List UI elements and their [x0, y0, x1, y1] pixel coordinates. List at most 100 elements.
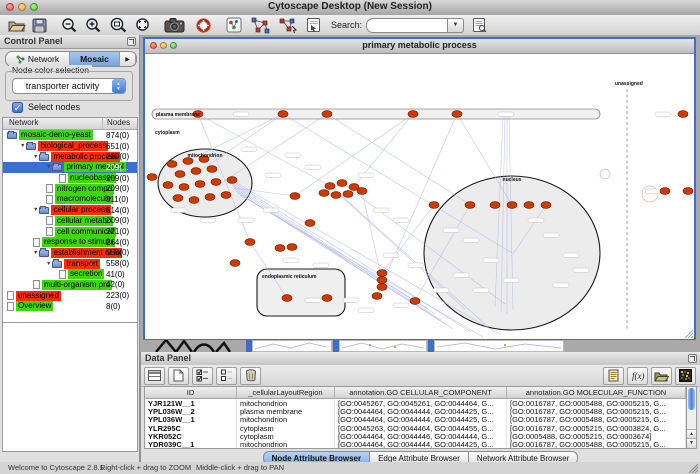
tree-item-unassigned[interactable]: unassigned223(0)	[3, 290, 137, 301]
graph-node	[173, 195, 183, 202]
matrix-icon[interactable]	[675, 367, 696, 385]
graph-node	[325, 183, 335, 190]
node-label-chip	[200, 218, 216, 223]
select-stepper-icon: ▲▼	[112, 79, 125, 93]
expand-arrow-icon[interactable]: ▼	[46, 164, 51, 170]
tree-item-macromolecule[interactable]: macromolecule311(0)	[3, 194, 137, 205]
scrollbar-thumb[interactable]	[688, 388, 695, 410]
expand-arrow-icon[interactable]: ▼	[33, 154, 38, 160]
expand-arrow-icon[interactable]: ▼	[46, 261, 51, 267]
node-count: 8(0)	[106, 302, 120, 311]
attribute-list-icon[interactable]	[144, 367, 165, 385]
node-label-chip	[473, 288, 489, 293]
new-attribute-icon[interactable]	[168, 367, 189, 385]
background-frame-fragment[interactable]	[252, 340, 332, 352]
node-label-chip	[543, 233, 559, 238]
column-header[interactable]: annotation.GO CELLULAR_COMPONENT	[335, 387, 507, 398]
node-color-select[interactable]: transporter activity ▲▼	[12, 78, 126, 94]
tree-item-transport[interactable]: ▼transport558(0)	[3, 258, 137, 269]
table-scrollbar[interactable]: ▲ ▼	[686, 386, 697, 449]
scroll-down-arrow[interactable]: ▼	[687, 438, 696, 448]
vizmapper-icon[interactable]	[226, 16, 242, 34]
delete-attribute-icon[interactable]	[240, 367, 261, 385]
expand-arrow-icon[interactable]: ▼	[33, 207, 38, 213]
folder-icon	[52, 261, 62, 268]
status-bar: Welcome to Cytoscape 2.8.1 Right-click +…	[0, 462, 700, 474]
zoom-fit-icon[interactable]	[135, 16, 152, 34]
tree-item-cell-communicat[interactable]: cell communicat221(0)	[3, 226, 137, 237]
function-builder-icon[interactable]: f(x)	[627, 367, 648, 385]
tree-item-nitrogen-compo[interactable]: nitrogen compo209(0)	[3, 183, 137, 194]
help-icon[interactable]	[195, 16, 212, 34]
tree-item-response-to-stimulu[interactable]: response to stimulu264(0)	[3, 237, 137, 248]
column-header[interactable]: _cellularLayoutRegion	[237, 387, 335, 398]
tab-network-label: Network	[28, 54, 59, 64]
frame-resize-grip[interactable]	[683, 328, 693, 338]
graph-node	[372, 293, 382, 300]
zoom-in-icon[interactable]	[85, 16, 102, 34]
expand-arrow-icon[interactable]: ▼	[20, 143, 25, 149]
network-canvas[interactable]: plasma membranecytoplasmmitochondrionnuc…	[145, 54, 694, 339]
node-label-chip	[408, 263, 424, 268]
tree-item-nucleobase-[interactable]: nucleobase-209(0)	[3, 173, 137, 184]
expand-arrow-icon[interactable]: ▼	[33, 250, 38, 256]
column-header[interactable]: annotation.GO MOLECULAR_FUNCTION	[507, 387, 686, 398]
annotation-icon[interactable]	[306, 16, 321, 34]
network-tree-header[interactable]: Network Nodes	[3, 118, 137, 130]
float-panel-icon[interactable]	[688, 354, 697, 363]
region-label: unassigned	[615, 81, 643, 87]
node-label-chip	[655, 112, 671, 117]
node-count: 558(0)	[106, 248, 129, 257]
save-icon[interactable]	[32, 16, 47, 34]
tree-item-secretion[interactable]: secretion41(0)	[3, 269, 137, 280]
search-input[interactable]	[366, 18, 448, 33]
graph-node	[408, 111, 418, 118]
tree-item-biological-process[interactable]: ▼biological_process651(0)	[3, 141, 137, 152]
tree-item-mosaic-demo-yeast[interactable]: mosaic-demo-yeast874(0)	[3, 130, 137, 141]
graph-node	[524, 202, 534, 209]
graph-node	[207, 166, 217, 173]
tree-item-cellular-metabo[interactable]: cellular metabo209(0)	[3, 216, 137, 227]
column-header[interactable]: ID	[145, 387, 237, 398]
birds-eye-view[interactable]	[2, 322, 138, 452]
tree-item-establishment-of-lo[interactable]: ▼establishment of lo558(0)	[3, 248, 137, 259]
float-panel-icon[interactable]	[127, 37, 136, 46]
network-graph[interactable]: plasma membranecytoplasmmitochondrionnuc…	[145, 54, 694, 339]
node-count: 651(0)	[106, 142, 129, 151]
tree-item-metabolic-process[interactable]: ▼metabolic process280(0)	[3, 151, 137, 162]
background-frame-fragment[interactable]	[339, 340, 427, 352]
data-panel-header[interactable]: Data Panel	[141, 352, 700, 366]
tree-item-multi-organism-pro[interactable]: multi-organism pro42(0)	[3, 280, 137, 291]
tab-overflow-arrow[interactable]: ▶	[120, 52, 136, 66]
network-view-frame[interactable]: primary metabolic process plasma membran…	[143, 37, 696, 340]
attribute-table-body: YJR121W__1mitochondrion[GO:0045267, GO:0…	[145, 399, 686, 449]
network-selection-icon[interactable]	[278, 16, 298, 34]
tree-item-overview[interactable]: Overview8(0)	[3, 301, 137, 312]
attribute-table-header[interactable]: ID_cellularLayoutRegionannotation.GO CEL…	[145, 387, 686, 399]
control-panel-header[interactable]: Control Panel	[0, 35, 139, 49]
network-overview-icon[interactable]	[250, 16, 270, 34]
background-overview-sketch[interactable]	[154, 340, 232, 352]
search-options-icon[interactable]	[472, 16, 487, 34]
zoom-selected-icon[interactable]	[109, 16, 128, 34]
graph-node	[357, 188, 367, 195]
node-count: 223(0)	[106, 291, 129, 300]
background-frame-fragment[interactable]	[434, 340, 564, 352]
window-resize-grip[interactable]	[687, 462, 698, 473]
select-nodes-checkbox[interactable]: ✓	[12, 102, 23, 113]
label-icon[interactable]	[603, 367, 624, 385]
file-icon	[33, 280, 40, 289]
select-attributes-icon[interactable]	[192, 367, 213, 385]
tree-item-cellular-process[interactable]: ▼cellular process614(0)	[3, 205, 137, 216]
node-count: 209(0)	[106, 174, 129, 183]
network-frame-titlebar[interactable]: primary metabolic process	[145, 39, 694, 54]
zoom-out-icon[interactable]	[61, 16, 78, 34]
window-titlebar[interactable]: Cytoscape Desktop (New Session)	[0, 0, 700, 16]
search-dropdown-button[interactable]: ▼	[448, 18, 464, 33]
open-icon[interactable]	[8, 16, 26, 34]
table-row[interactable]: YDR039C__1mitochondrion[GO:0044464, GO:0…	[145, 440, 686, 448]
snapshot-icon[interactable]	[164, 16, 185, 34]
unselect-attributes-icon[interactable]	[216, 367, 237, 385]
tree-item-primary-metabol[interactable]: ▼primary metabol209(...	[3, 162, 137, 173]
import-attributes-icon[interactable]	[651, 367, 672, 385]
